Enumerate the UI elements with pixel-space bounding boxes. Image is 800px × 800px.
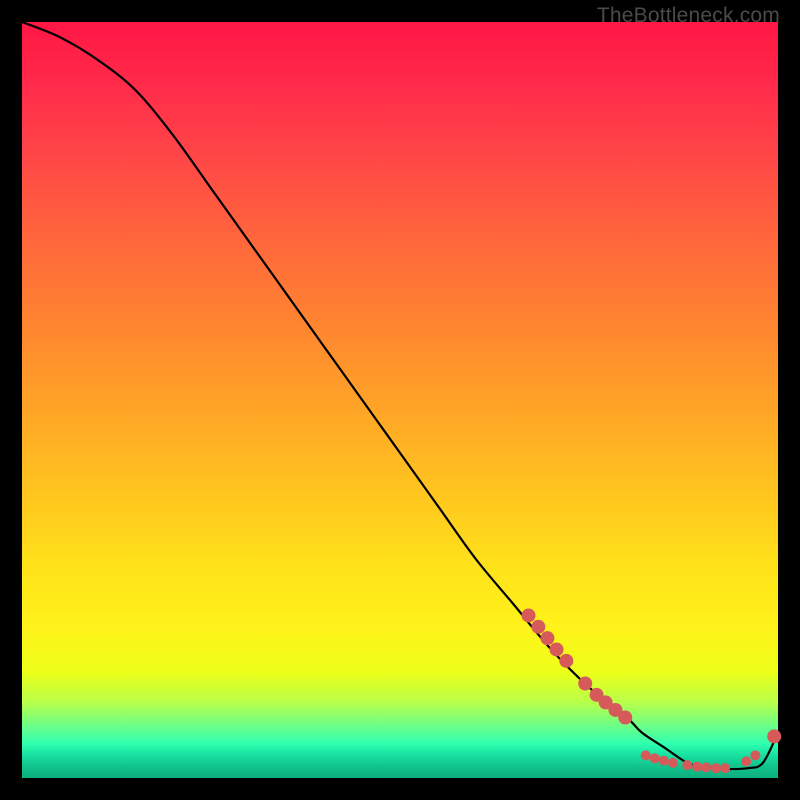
data-marker <box>540 631 554 645</box>
attribution-text: TheBottleneck.com <box>597 4 780 28</box>
data-marker <box>578 677 592 691</box>
data-marker <box>720 763 730 773</box>
data-marker <box>692 762 702 772</box>
data-marker <box>750 750 760 760</box>
data-marker <box>701 762 711 772</box>
chart-svg <box>22 22 778 778</box>
data-marker <box>618 711 632 725</box>
data-marker <box>682 760 692 770</box>
chart-container <box>22 22 778 778</box>
data-marker <box>711 763 721 773</box>
data-markers <box>522 608 782 773</box>
data-marker <box>650 753 660 763</box>
data-marker <box>522 608 536 622</box>
data-marker <box>559 654 573 668</box>
bottleneck-curve <box>22 22 778 769</box>
data-marker <box>549 642 563 656</box>
data-marker <box>641 750 651 760</box>
data-marker <box>659 756 669 766</box>
data-marker <box>741 756 751 766</box>
data-marker <box>531 620 545 634</box>
data-marker <box>767 729 781 743</box>
data-marker <box>668 758 678 768</box>
